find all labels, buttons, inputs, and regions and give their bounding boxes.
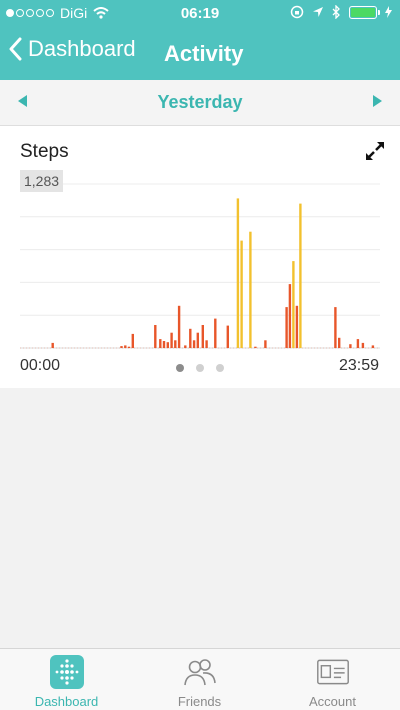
tab-label: Dashboard — [34, 694, 99, 709]
card-title: Steps — [20, 141, 69, 162]
chart-max-label: 1,283 — [20, 170, 64, 192]
chart-bar — [334, 307, 337, 348]
chart-bar — [189, 328, 192, 348]
fitbit-dots-icon — [50, 655, 84, 689]
chart-bar — [264, 340, 267, 348]
steps-chart — [20, 183, 380, 349]
tab-bar: Dashboard Friends Account — [0, 648, 400, 710]
page-dot[interactable] — [176, 364, 184, 372]
chart-bar — [196, 332, 199, 348]
friends-icon — [184, 659, 216, 686]
tab-account[interactable]: Account — [266, 649, 399, 710]
chart-bar — [162, 341, 166, 348]
app-header: DiGi 06:19 Dashboard Activity — [0, 0, 400, 80]
chart-bar — [292, 261, 295, 348]
chart-start-time: 00:00 — [20, 357, 61, 374]
back-label: Dashboard — [28, 36, 136, 61]
chart-bar — [120, 346, 123, 348]
charging-bolt-icon — [385, 6, 392, 18]
chevron-left-icon — [9, 37, 22, 61]
tab-label: Friends — [177, 694, 222, 709]
chart-bar — [166, 342, 169, 348]
chart-bar — [371, 345, 375, 348]
chart-end-time: 23:59 — [339, 357, 380, 374]
chart-bar — [236, 198, 240, 348]
chart-bar — [124, 345, 127, 348]
status-bar: DiGi 06:19 — [0, 0, 400, 26]
tab-dashboard[interactable]: Dashboard — [0, 649, 133, 710]
chart-bar — [177, 305, 181, 348]
chart-bar — [285, 307, 288, 348]
chart-bar — [154, 325, 157, 348]
selected-day-label[interactable]: Yesterday — [0, 92, 400, 113]
chart-bar — [192, 340, 196, 348]
account-card-icon — [317, 659, 349, 685]
tab-label: Account — [309, 694, 356, 709]
navigation-bar: Dashboard Activity — [0, 30, 400, 76]
chart-bar — [174, 340, 177, 348]
chart-bar — [131, 333, 134, 348]
chart-bar — [349, 344, 352, 348]
chart-bar — [288, 284, 292, 348]
chart-bar — [170, 332, 173, 348]
chart-bar — [159, 339, 162, 348]
tab-friends[interactable]: Friends — [133, 649, 266, 710]
chart-bar — [249, 231, 252, 348]
expand-icon[interactable] — [364, 140, 386, 162]
rotation-lock-icon — [290, 5, 304, 19]
chart-bar — [338, 337, 341, 348]
chart-bar — [240, 240, 243, 348]
chart-bar — [226, 325, 229, 348]
next-day-arrow-icon[interactable] — [373, 95, 382, 107]
page-indicator[interactable] — [176, 364, 224, 372]
page-dot[interactable] — [196, 364, 204, 372]
page-title: Activity — [164, 41, 244, 66]
day-selector: Yesterday — [0, 80, 400, 126]
page-dot[interactable] — [216, 364, 224, 372]
chart-bar — [356, 339, 360, 348]
chart-bar — [184, 345, 187, 348]
chart-bar — [127, 346, 131, 348]
location-arrow-icon — [313, 7, 323, 17]
chart-bar — [299, 203, 302, 348]
chart-bar — [295, 305, 299, 348]
chart-bar — [201, 325, 204, 348]
battery-icon — [349, 5, 380, 19]
bluetooth-icon — [332, 5, 340, 19]
chart-bar — [214, 318, 217, 348]
chart-bar — [205, 340, 208, 348]
chart-bar — [361, 342, 365, 348]
back-button[interactable]: Dashboard — [8, 36, 136, 62]
chart-bar — [51, 342, 54, 348]
chart-bar — [254, 346, 257, 348]
